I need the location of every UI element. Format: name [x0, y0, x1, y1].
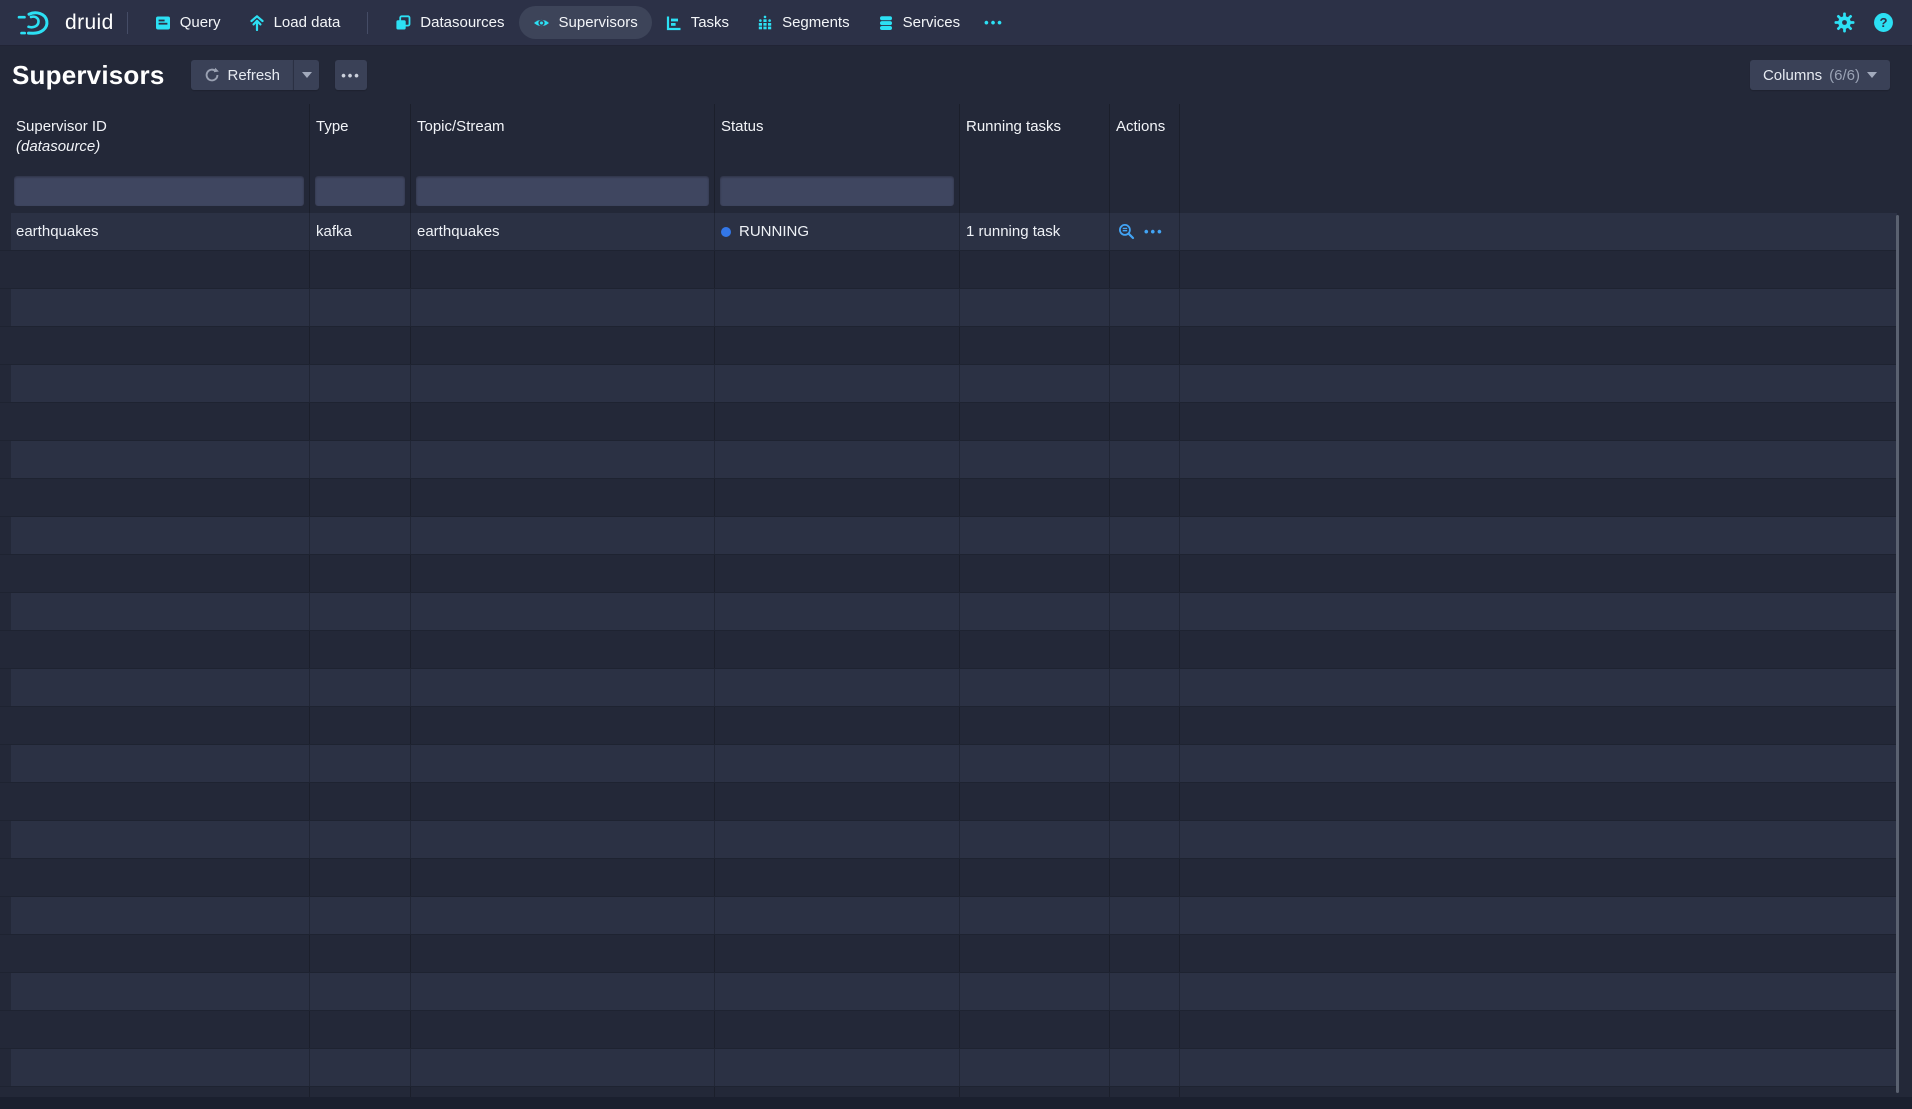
nav-separator: [367, 12, 368, 34]
row-more-actions-icon[interactable]: •••: [1144, 213, 1164, 250]
chevron-down-icon: [1867, 72, 1877, 78]
nav-item-label: Segments: [782, 14, 850, 31]
table-row-empty: [0, 859, 1897, 897]
table-row-empty: [0, 973, 1897, 1011]
toolbar-more-button[interactable]: •••: [335, 60, 367, 90]
table-header-row: Supervisor ID (datasource) Type Topic/St…: [0, 104, 1897, 169]
load-data-icon: [249, 15, 265, 31]
table-row-empty: [0, 289, 1897, 327]
column-header-supervisor-id[interactable]: Supervisor ID (datasource): [0, 104, 310, 169]
nav-item-tasks[interactable]: Tasks: [652, 6, 743, 39]
filter-input-type[interactable]: [315, 176, 405, 206]
nav-item-label: Query: [180, 14, 221, 31]
gear-icon[interactable]: [1834, 12, 1855, 33]
table-body: earthquakes kafka earthquakes RUNNING 1 …: [0, 213, 1897, 1097]
inspect-magnifier-icon[interactable]: [1118, 223, 1135, 240]
table-row-empty: [0, 897, 1897, 935]
columns-button-label: Columns: [1763, 67, 1822, 84]
vertical-scrollbar-thumb[interactable]: [1896, 215, 1899, 1093]
logo-wordmark: druid: [65, 11, 114, 35]
column-header-filler: [1180, 104, 1897, 169]
cell-filler: [1180, 213, 1897, 250]
nav-item-label: Supervisors: [559, 14, 638, 31]
refresh-button[interactable]: Refresh: [191, 60, 294, 90]
table-row-empty: [0, 593, 1897, 631]
page-title: Supervisors: [12, 60, 165, 91]
cell-status: RUNNING: [715, 213, 960, 250]
column-header-actions[interactable]: Actions: [1110, 104, 1180, 169]
column-header-topic-stream[interactable]: Topic/Stream: [411, 104, 715, 169]
columns-picker-button[interactable]: Columns (6/6): [1750, 60, 1890, 90]
table-row-empty: [0, 669, 1897, 707]
status-running-dot: [721, 227, 731, 237]
supervisors-eye-icon: [533, 15, 550, 31]
horizontal-scrollbar-track: [0, 1097, 1912, 1109]
refresh-dropdown-button[interactable]: [293, 60, 319, 90]
table-row-empty: [0, 441, 1897, 479]
column-header-type[interactable]: Type: [310, 104, 411, 169]
nav-item-label: Load data: [274, 14, 341, 31]
nav-item-label: Tasks: [691, 14, 729, 31]
toolbar: Supervisors Refresh ••• Columns (6/6): [0, 46, 1912, 104]
table-row-empty: [0, 555, 1897, 593]
table-row-empty: [0, 1087, 1897, 1097]
filter-input-topic-stream[interactable]: [416, 176, 709, 206]
nav-overflow-button[interactable]: •••: [974, 15, 1014, 30]
table-row-empty: [0, 707, 1897, 745]
table-row-earthquakes: earthquakes kafka earthquakes RUNNING 1 …: [0, 213, 1897, 251]
chevron-down-icon: [302, 72, 312, 78]
svg-text:?: ?: [1879, 15, 1887, 30]
nav-item-datasources[interactable]: Datasources: [381, 6, 518, 39]
table-row-empty: [0, 783, 1897, 821]
druid-console: druid Query Load data: [0, 0, 1912, 1109]
table-row-empty: [0, 1011, 1897, 1049]
nav-item-label: Datasources: [420, 14, 504, 31]
top-nav: druid Query Load data: [0, 0, 1912, 46]
status-text: RUNNING: [739, 223, 809, 240]
column-header-subtitle: (datasource): [16, 137, 303, 157]
table-row-empty: [0, 365, 1897, 403]
nav-right-icons: ?: [1834, 12, 1894, 33]
column-header-status[interactable]: Status: [715, 104, 960, 169]
nav-item-segments[interactable]: Segments: [743, 6, 864, 39]
table-row-empty: [0, 403, 1897, 441]
filter-input-supervisor-id[interactable]: [14, 176, 304, 206]
table-row-empty: [0, 1049, 1897, 1087]
druid-logo[interactable]: druid: [16, 8, 114, 38]
table-row-empty: [0, 251, 1897, 289]
table-filter-row: [0, 169, 1897, 213]
nav-item-label: Services: [903, 14, 961, 31]
nav-item-supervisors[interactable]: Supervisors: [519, 6, 652, 39]
cell-type: kafka: [310, 213, 411, 250]
segments-icon: [757, 15, 773, 31]
tasks-icon: [666, 15, 682, 31]
cell-actions: •••: [1110, 213, 1180, 250]
refresh-button-label: Refresh: [228, 67, 281, 84]
nav-separator: [127, 12, 128, 34]
druid-logo-icon: [16, 8, 56, 38]
columns-count: (6/6): [1829, 67, 1860, 84]
column-header-running-tasks[interactable]: Running tasks: [960, 104, 1110, 169]
supervisors-table: Supervisor ID (datasource) Type Topic/St…: [0, 104, 1897, 1097]
nav-item-services[interactable]: Services: [864, 6, 975, 39]
cell-supervisor-id: earthquakes: [0, 213, 310, 250]
table-row-empty: [0, 745, 1897, 783]
table-row-empty: [0, 479, 1897, 517]
table-row-empty: [0, 935, 1897, 973]
cell-topic-stream: earthquakes: [411, 213, 715, 250]
filter-input-status[interactable]: [720, 176, 954, 206]
table-row-empty: [0, 327, 1897, 365]
refresh-icon: [204, 67, 220, 83]
table-row-empty: [0, 631, 1897, 669]
table-row-empty: [0, 821, 1897, 859]
datasources-icon: [395, 15, 411, 31]
table-row-empty: [0, 517, 1897, 555]
nav-item-load-data[interactable]: Load data: [235, 6, 355, 39]
services-icon: [878, 15, 894, 31]
nav-item-query[interactable]: Query: [141, 6, 235, 39]
help-icon[interactable]: ?: [1873, 12, 1894, 33]
cell-running-tasks: 1 running task: [960, 213, 1110, 250]
query-icon: [155, 15, 171, 31]
